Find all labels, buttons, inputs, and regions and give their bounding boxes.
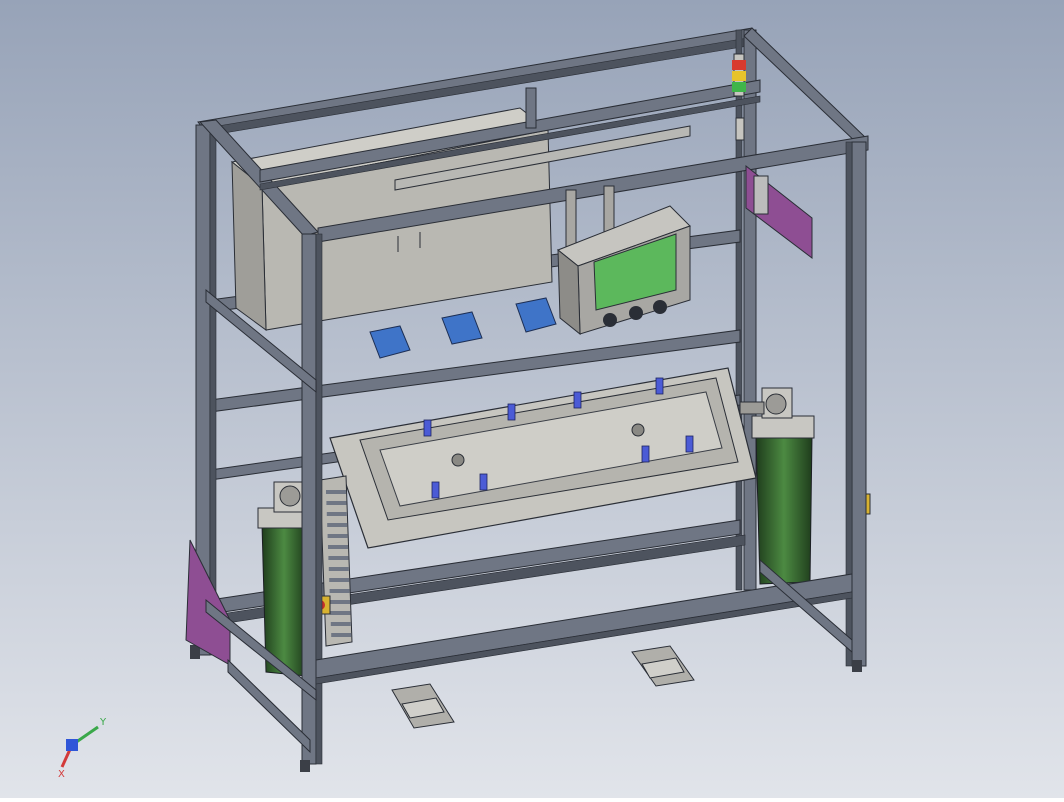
triad-z-axis bbox=[66, 739, 78, 751]
rack-tooth bbox=[330, 600, 350, 604]
rack-tooth bbox=[326, 512, 347, 516]
tower-right bbox=[755, 435, 813, 585]
rack-tooth bbox=[327, 523, 348, 527]
triad-y-label: Y bbox=[99, 717, 107, 728]
hmi-knob-3 bbox=[653, 300, 667, 314]
hmi-knob-1 bbox=[603, 313, 617, 327]
triad-x-label: X bbox=[58, 769, 65, 780]
rack-tooth bbox=[327, 534, 348, 538]
rack-tooth bbox=[326, 501, 347, 505]
rack-tooth bbox=[331, 633, 352, 637]
rack-tooth bbox=[329, 578, 350, 582]
cad-viewport[interactable]: X Y bbox=[0, 0, 1064, 798]
rack-tooth bbox=[328, 556, 349, 560]
rack-tooth bbox=[328, 567, 349, 571]
hmi-knob-2 bbox=[629, 306, 643, 320]
rack-tooth bbox=[329, 589, 350, 593]
rack-tooth bbox=[328, 545, 348, 549]
assembly-model[interactable]: X Y bbox=[0, 0, 1064, 798]
rack-tooth bbox=[330, 622, 351, 626]
rack-tooth bbox=[330, 611, 351, 615]
rack-tooth bbox=[326, 490, 346, 494]
